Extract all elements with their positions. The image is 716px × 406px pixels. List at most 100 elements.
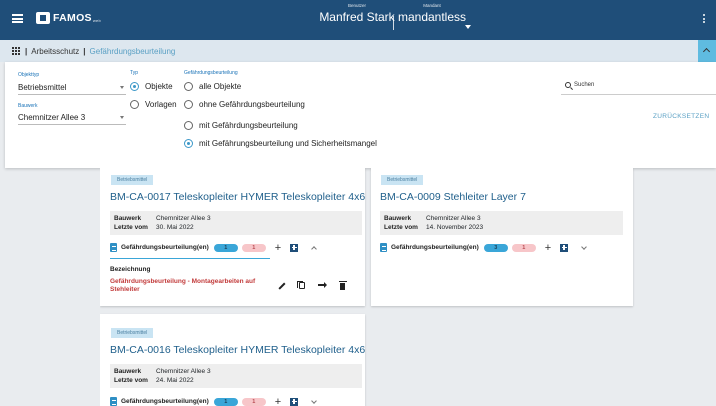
app-logo[interactable]: FAMOS web [36, 12, 101, 24]
more-vert-icon[interactable] [703, 14, 706, 25]
tenant-name: mandantless [397, 10, 467, 24]
info-value: 14. November 2023 [426, 224, 484, 231]
user-label: Benutzer [347, 3, 366, 8]
info-key: Bauwerk [114, 215, 142, 222]
breadcrumb-separator: | [83, 46, 86, 56]
header-divider [393, 16, 394, 30]
apps-grid-icon[interactable] [12, 46, 21, 56]
tenant-selector[interactable]: Mandant mandantless [397, 3, 467, 24]
add-icon[interactable]: + [275, 242, 281, 253]
add-box-icon[interactable] [560, 243, 569, 252]
menu-icon[interactable] [12, 14, 23, 23]
reset-button[interactable]: ZURÜCKSETZEN [653, 113, 709, 120]
radio-checked-icon [184, 139, 193, 148]
info-row-bauwerk: Bauwerk Chemnitzer Allee 3 [110, 367, 362, 376]
results-area: Betriebsmittel BM-CA-0017 Teleskopleiter… [100, 168, 638, 406]
radio-objekte-label: Objekte [145, 82, 173, 91]
logo-mark-icon [36, 12, 50, 24]
search-icon [565, 81, 571, 88]
radio-mit-gb-label: mit Gefährdungsbeurteilung [199, 121, 298, 130]
radio-vorlagen[interactable]: Vorlagen [130, 100, 177, 109]
card-info-box: Bauwerk Chemnitzer Allee 3 Letzte vom 30… [110, 211, 362, 235]
logo-text: FAMOS [53, 12, 92, 24]
card-info-box: Bauwerk Chemnitzer Allee 3 Letzte vom 24… [110, 364, 362, 388]
chevron-down-icon[interactable] [465, 25, 471, 29]
object-type-tag: Betriebsmittel [381, 175, 424, 185]
gb-count-badge: 3 [483, 243, 508, 252]
gb-count-label: Gefährdungsbeurteilung(en) [391, 244, 479, 251]
radio-objekte[interactable]: Objekte [130, 82, 173, 91]
objekttyp-label: Objekttyp [18, 72, 40, 78]
gb-count-badge: 1 [213, 397, 238, 406]
typ-label: Typ [130, 70, 139, 76]
info-key: Letzte vom [114, 377, 148, 384]
objekttyp-select[interactable]: Betriebsmittel [18, 81, 126, 95]
gb-summary-row: Gefährdungsbeurteilung(en) 1 1 + [110, 396, 318, 406]
info-row-bauwerk: Bauwerk Chemnitzer Allee 3 [110, 214, 362, 223]
chevron-down-icon [120, 86, 124, 89]
chevron-down-icon[interactable] [581, 243, 588, 250]
document-icon [110, 243, 117, 252]
bauwerk-value: Chemnitzer Allee 3 [18, 113, 86, 122]
info-key: Letzte vom [384, 224, 418, 231]
mangel-count-badge: 1 [241, 397, 266, 406]
breadcrumb: | Arbeitsschutz | Gefährdungsbeurteilung [0, 40, 716, 62]
column-header-bezeichnung: Bezeichnung [110, 266, 151, 273]
breadcrumb-item-gefaehrdungsbeurteilung: Gefährdungsbeurteilung [89, 46, 176, 56]
info-row-letzte: Letzte vom 24. Mai 2022 [110, 376, 362, 385]
add-icon[interactable]: + [545, 242, 551, 253]
arrow-right-icon[interactable] [318, 282, 327, 288]
search-input[interactable]: Suchen [561, 75, 716, 95]
radio-alle-objekte[interactable]: alle Objekte [184, 82, 241, 91]
radio-ohne-gb[interactable]: ohne Gefährdungsbeurteilung [184, 100, 305, 109]
top-bar: FAMOS web Benutzer Manfred Stark Mandant… [0, 0, 716, 40]
info-value: 30. Mai 2022 [156, 224, 194, 231]
info-value: Chemnitzer Allee 3 [156, 215, 211, 222]
card-title[interactable]: BM-CA-0016 Teleskopleiter HYMER Teleskop… [110, 344, 365, 356]
objekttyp-value: Betriebsmittel [18, 83, 67, 92]
info-key: Bauwerk [384, 215, 412, 222]
card-title[interactable]: BM-CA-0009 Stehleiter Layer 7 [380, 191, 526, 203]
gb-count-label: Gefährdungsbeurteilung(en) [121, 398, 209, 405]
logo-sub: web [92, 17, 102, 23]
search-placeholder: Suchen [574, 81, 595, 88]
breadcrumb-item-arbeitsschutz[interactable]: Arbeitsschutz [31, 47, 79, 56]
result-card: Betriebsmittel BM-CA-0016 Teleskopleiter… [100, 314, 365, 406]
gb-item-link[interactable]: Gefährdungsbeurteilung - Montagearbeiten… [110, 278, 282, 294]
add-icon[interactable]: + [275, 396, 281, 406]
info-row-letzte: Letzte vom 14. November 2023 [380, 223, 623, 232]
radio-alle-objekte-label: alle Objekte [199, 82, 242, 91]
object-type-tag: Betriebsmittel [111, 175, 154, 185]
add-box-icon[interactable] [290, 397, 299, 406]
user-block: Benutzer Manfred Stark [318, 3, 396, 24]
radio-mit-gb[interactable]: mit Gefährdungsbeurteilung [184, 121, 298, 130]
add-box-icon[interactable] [290, 243, 299, 252]
bauwerk-select[interactable]: Chemnitzer Allee 3 [18, 111, 126, 125]
filter-panel: Objekttyp Betriebsmittel Bauwerk Chemnit… [5, 62, 716, 168]
copy-icon[interactable] [297, 281, 305, 289]
chevron-down-icon[interactable] [311, 397, 318, 404]
info-value: Chemnitzer Allee 3 [156, 368, 211, 375]
tenant-label: Mandant [423, 3, 441, 8]
info-key: Letzte vom [114, 224, 148, 231]
info-row-bauwerk: Bauwerk Chemnitzer Allee 3 [380, 214, 623, 223]
radio-unchecked-icon [184, 121, 193, 130]
breadcrumb-separator: | [25, 46, 28, 56]
object-type-tag: Betriebsmittel [111, 328, 154, 338]
document-icon [380, 243, 387, 252]
bauwerk-label: Bauwerk [18, 103, 38, 109]
radio-mit-gb-sicherheitsmangel[interactable]: mit Gefährungsbeurteilung und Sicherheit… [184, 139, 377, 148]
card-title[interactable]: BM-CA-0017 Teleskopleiter HYMER Teleskop… [110, 191, 365, 203]
radio-ohne-gb-label: ohne Gefährdungsbeurteilung [199, 100, 305, 109]
delete-icon[interactable] [338, 281, 347, 290]
radio-mit-gb-sicherheitsmangel-label: mit Gefährungsbeurteilung und Sicherheit… [199, 139, 377, 148]
chevron-up-icon[interactable] [311, 246, 318, 252]
gb-filter-label: Gefährdungsbeurteilung [184, 70, 238, 76]
gb-summary-row: Gefährdungsbeurteilung(en) 3 1 + [380, 242, 588, 253]
result-card: Betriebsmittel BM-CA-0009 Stehleiter Lay… [371, 168, 633, 306]
mangel-count-badge: 1 [511, 243, 536, 252]
radio-unchecked-icon [184, 100, 193, 109]
radio-vorlagen-label: Vorlagen [145, 100, 177, 109]
collapse-filter-button[interactable] [698, 40, 716, 62]
info-value: Chemnitzer Allee 3 [426, 215, 481, 222]
